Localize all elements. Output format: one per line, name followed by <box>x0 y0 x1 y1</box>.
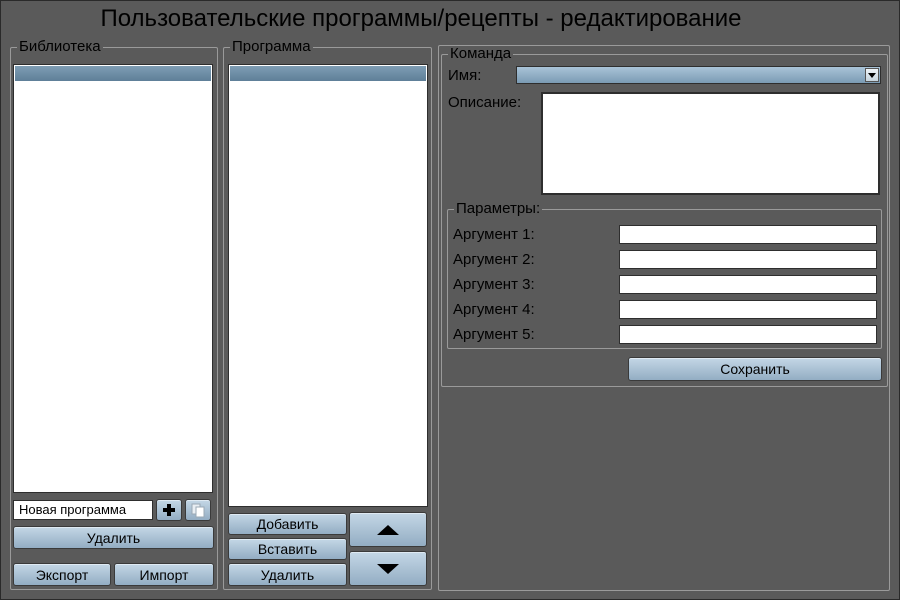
library-legend: Библиотека <box>17 38 103 55</box>
copy-program-button[interactable] <box>185 499 211 521</box>
save-button[interactable]: Сохранить <box>628 357 882 381</box>
delete-command-button[interactable]: Удалить <box>228 563 347 586</box>
program-command-list[interactable] <box>228 64 428 507</box>
argument-3-input[interactable] <box>619 275 877 294</box>
command-name-combo[interactable] <box>516 66 881 84</box>
library-delete-label: Удалить <box>86 529 141 546</box>
command-legend: Команда <box>448 45 514 62</box>
arrow-up-icon <box>377 524 399 535</box>
argument-3-label: Аргумент 3: <box>453 276 535 293</box>
library-selected-row[interactable] <box>15 66 211 81</box>
editor-window: Пользовательские программы/рецепты - ред… <box>0 0 900 600</box>
argument-1-input[interactable] <box>619 225 877 244</box>
chevron-down-icon[interactable] <box>865 68 879 82</box>
argument-5-label: Аргумент 5: <box>453 326 535 343</box>
move-up-button[interactable] <box>349 512 427 547</box>
copy-icon <box>191 503 205 518</box>
insert-command-label: Вставить <box>257 541 318 557</box>
command-name-label: Имя: <box>448 67 482 84</box>
delete-command-label: Удалить <box>260 566 315 583</box>
export-button[interactable]: Экспорт <box>13 563 111 586</box>
argument-4-input[interactable] <box>619 300 877 319</box>
import-label: Импорт <box>139 566 189 583</box>
description-textarea[interactable] <box>541 92 880 195</box>
new-program-name-value: Новая программа <box>19 502 127 517</box>
program-selected-row[interactable] <box>230 66 426 81</box>
description-label: Описание: <box>448 94 522 111</box>
argument-2-label: Аргумент 2: <box>453 251 535 268</box>
plus-icon <box>163 504 175 516</box>
library-list[interactable] <box>13 64 213 493</box>
insert-command-button[interactable]: Вставить <box>228 538 347 560</box>
program-legend: Программа <box>230 38 313 55</box>
add-program-button[interactable] <box>156 499 182 521</box>
window-title: Пользовательские программы/рецепты - ред… <box>100 5 742 32</box>
save-label: Сохранить <box>720 361 790 377</box>
argument-5-input[interactable] <box>619 325 877 344</box>
add-command-button[interactable]: Добавить <box>228 513 347 535</box>
new-program-name-input[interactable]: Новая программа <box>13 500 153 520</box>
export-label: Экспорт <box>35 566 89 583</box>
argument-1-label: Аргумент 1: <box>453 226 535 243</box>
parameters-legend: Параметры: <box>454 200 543 217</box>
library-delete-button[interactable]: Удалить <box>13 526 214 549</box>
argument-4-label: Аргумент 4: <box>453 301 535 318</box>
move-down-button[interactable] <box>349 551 427 586</box>
arrow-down-icon <box>377 563 399 574</box>
import-button[interactable]: Импорт <box>114 563 214 586</box>
argument-2-input[interactable] <box>619 250 877 269</box>
add-command-label: Добавить <box>256 516 319 532</box>
